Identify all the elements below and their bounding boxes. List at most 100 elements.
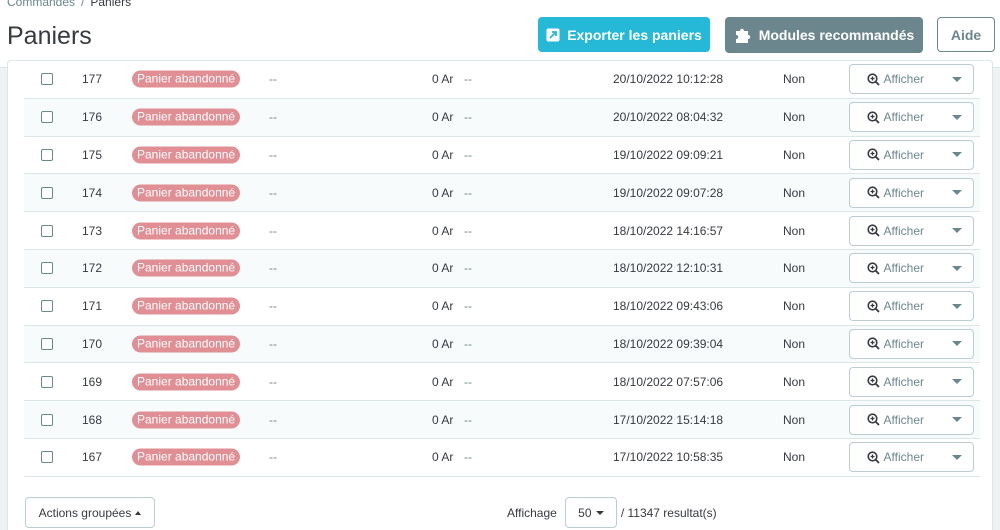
table-row: 172 Panier abandonné -- 0 Ar -- 18/10/20… [24, 249, 980, 288]
row-actions-dropdown-toggle[interactable] [941, 141, 973, 169]
date-cell: 17/10/2022 15:14:18 [613, 412, 724, 427]
status-badge: Panier abandonné [132, 108, 241, 126]
row-actions-dropdown-toggle[interactable] [941, 406, 973, 434]
bulk-actions-button[interactable]: Actions groupées [25, 497, 155, 528]
view-button[interactable]: Afficher [850, 65, 941, 93]
row-checkbox[interactable] [41, 451, 53, 464]
row-checkbox[interactable] [41, 375, 53, 388]
row-checkbox[interactable] [41, 73, 53, 86]
row-checkbox[interactable] [41, 262, 53, 275]
row-checkbox[interactable] [41, 337, 53, 350]
view-button[interactable]: Afficher [850, 254, 941, 282]
table-row: 168 Panier abandonné -- 0 Ar -- 17/10/20… [24, 401, 980, 439]
carrier-cell: -- [464, 450, 472, 465]
table-row: 175 Panier abandonné -- 0 Ar -- 19/10/20… [24, 136, 980, 175]
row-actions: Afficher [849, 291, 974, 322]
breadcrumb: Commandes / Paniers [7, 0, 131, 9]
online-cell: Non [783, 223, 806, 238]
row-actions-dropdown-toggle[interactable] [941, 292, 973, 320]
row-checkbox[interactable] [41, 224, 53, 237]
export-carts-button[interactable]: Exporter les paniers [538, 17, 710, 52]
carrier-cell: -- [464, 72, 472, 87]
view-button[interactable]: Afficher [850, 217, 941, 245]
online-cell: Non [783, 110, 806, 125]
total-cell: 0 Ar [432, 299, 454, 314]
row-actions-dropdown-toggle[interactable] [941, 103, 973, 131]
row-checkbox[interactable] [41, 300, 53, 313]
caret-down-icon [595, 510, 604, 515]
total-cell: 0 Ar [432, 261, 454, 276]
caret-down-icon [951, 454, 962, 460]
row-checkbox[interactable] [41, 148, 53, 161]
help-button[interactable]: Aide [937, 17, 995, 52]
cart-id: 167 [82, 450, 103, 465]
row-actions-dropdown-toggle[interactable] [941, 254, 973, 282]
total-cell: 0 Ar [432, 412, 454, 427]
breadcrumb-separator: / [81, 0, 85, 9]
view-label: Afficher [883, 374, 924, 389]
view-button[interactable]: Afficher [850, 103, 941, 131]
carrier-cell: -- [464, 412, 472, 427]
online-cell: Non [783, 299, 806, 314]
row-actions-dropdown-toggle[interactable] [941, 330, 973, 358]
view-label: Afficher [883, 72, 924, 87]
row-checkbox[interactable] [41, 186, 53, 199]
row-actions-dropdown-toggle[interactable] [941, 179, 973, 207]
puzzle-icon [734, 26, 752, 44]
zoom-in-icon [866, 186, 880, 199]
row-actions-dropdown-toggle[interactable] [941, 368, 973, 396]
view-button[interactable]: Afficher [850, 368, 941, 396]
cart-id: 177 [82, 72, 103, 87]
row-actions-dropdown-toggle[interactable] [941, 217, 973, 245]
zoom-in-icon [866, 413, 880, 426]
breadcrumb-parent-link[interactable]: Commandes [7, 0, 75, 9]
row-actions: Afficher [849, 366, 974, 397]
view-label: Afficher [883, 223, 924, 238]
cart-id: 174 [82, 185, 103, 200]
bulk-actions-label: Actions groupées [38, 505, 132, 520]
customer-cell: -- [269, 261, 277, 276]
recommended-modules-button[interactable]: Modules recommandés [725, 17, 923, 53]
customer-cell: -- [269, 336, 277, 351]
status-badge: Panier abandonné [132, 448, 241, 466]
customer-cell: -- [269, 110, 277, 125]
caret-down-icon [951, 76, 962, 82]
online-cell: Non [783, 72, 806, 87]
view-label: Afficher [883, 299, 924, 314]
cart-id: 172 [82, 261, 103, 276]
view-button[interactable]: Afficher [850, 443, 941, 471]
caret-down-icon [951, 152, 962, 158]
view-button[interactable]: Afficher [850, 141, 941, 169]
row-checkbox[interactable] [41, 111, 53, 124]
customer-cell: -- [269, 412, 277, 427]
row-actions-dropdown-toggle[interactable] [941, 443, 973, 471]
view-button[interactable]: Afficher [850, 406, 941, 434]
table-row: 167 Panier abandonné -- 0 Ar -- 17/10/20… [24, 438, 980, 477]
cart-id: 175 [82, 147, 103, 162]
view-label: Afficher [883, 185, 924, 200]
total-cell: 0 Ar [432, 450, 454, 465]
row-actions-dropdown-toggle[interactable] [941, 65, 973, 93]
cart-id: 169 [82, 374, 103, 389]
customer-cell: -- [269, 185, 277, 200]
cart-id: 176 [82, 110, 103, 125]
view-button[interactable]: Afficher [850, 330, 941, 358]
page-title: Paniers [7, 22, 92, 50]
row-checkbox[interactable] [41, 413, 53, 426]
view-button[interactable]: Afficher [850, 292, 941, 320]
table-row: 173 Panier abandonné -- 0 Ar -- 18/10/20… [24, 212, 980, 250]
status-badge: Panier abandonné [132, 184, 241, 202]
row-actions: Afficher [849, 404, 974, 435]
carrier-cell: -- [464, 261, 472, 276]
total-cell: 0 Ar [432, 223, 454, 238]
customer-cell: -- [269, 450, 277, 465]
cart-id: 168 [82, 412, 103, 427]
date-cell: 20/10/2022 10:12:28 [613, 72, 724, 87]
status-badge: Panier abandonné [132, 297, 241, 315]
status-badge: Panier abandonné [132, 222, 241, 240]
status-badge: Panier abandonné [132, 335, 241, 353]
view-button[interactable]: Afficher [850, 179, 941, 207]
customer-cell: -- [269, 374, 277, 389]
per-page-select[interactable]: 50 [564, 497, 617, 528]
online-cell: Non [783, 450, 806, 465]
